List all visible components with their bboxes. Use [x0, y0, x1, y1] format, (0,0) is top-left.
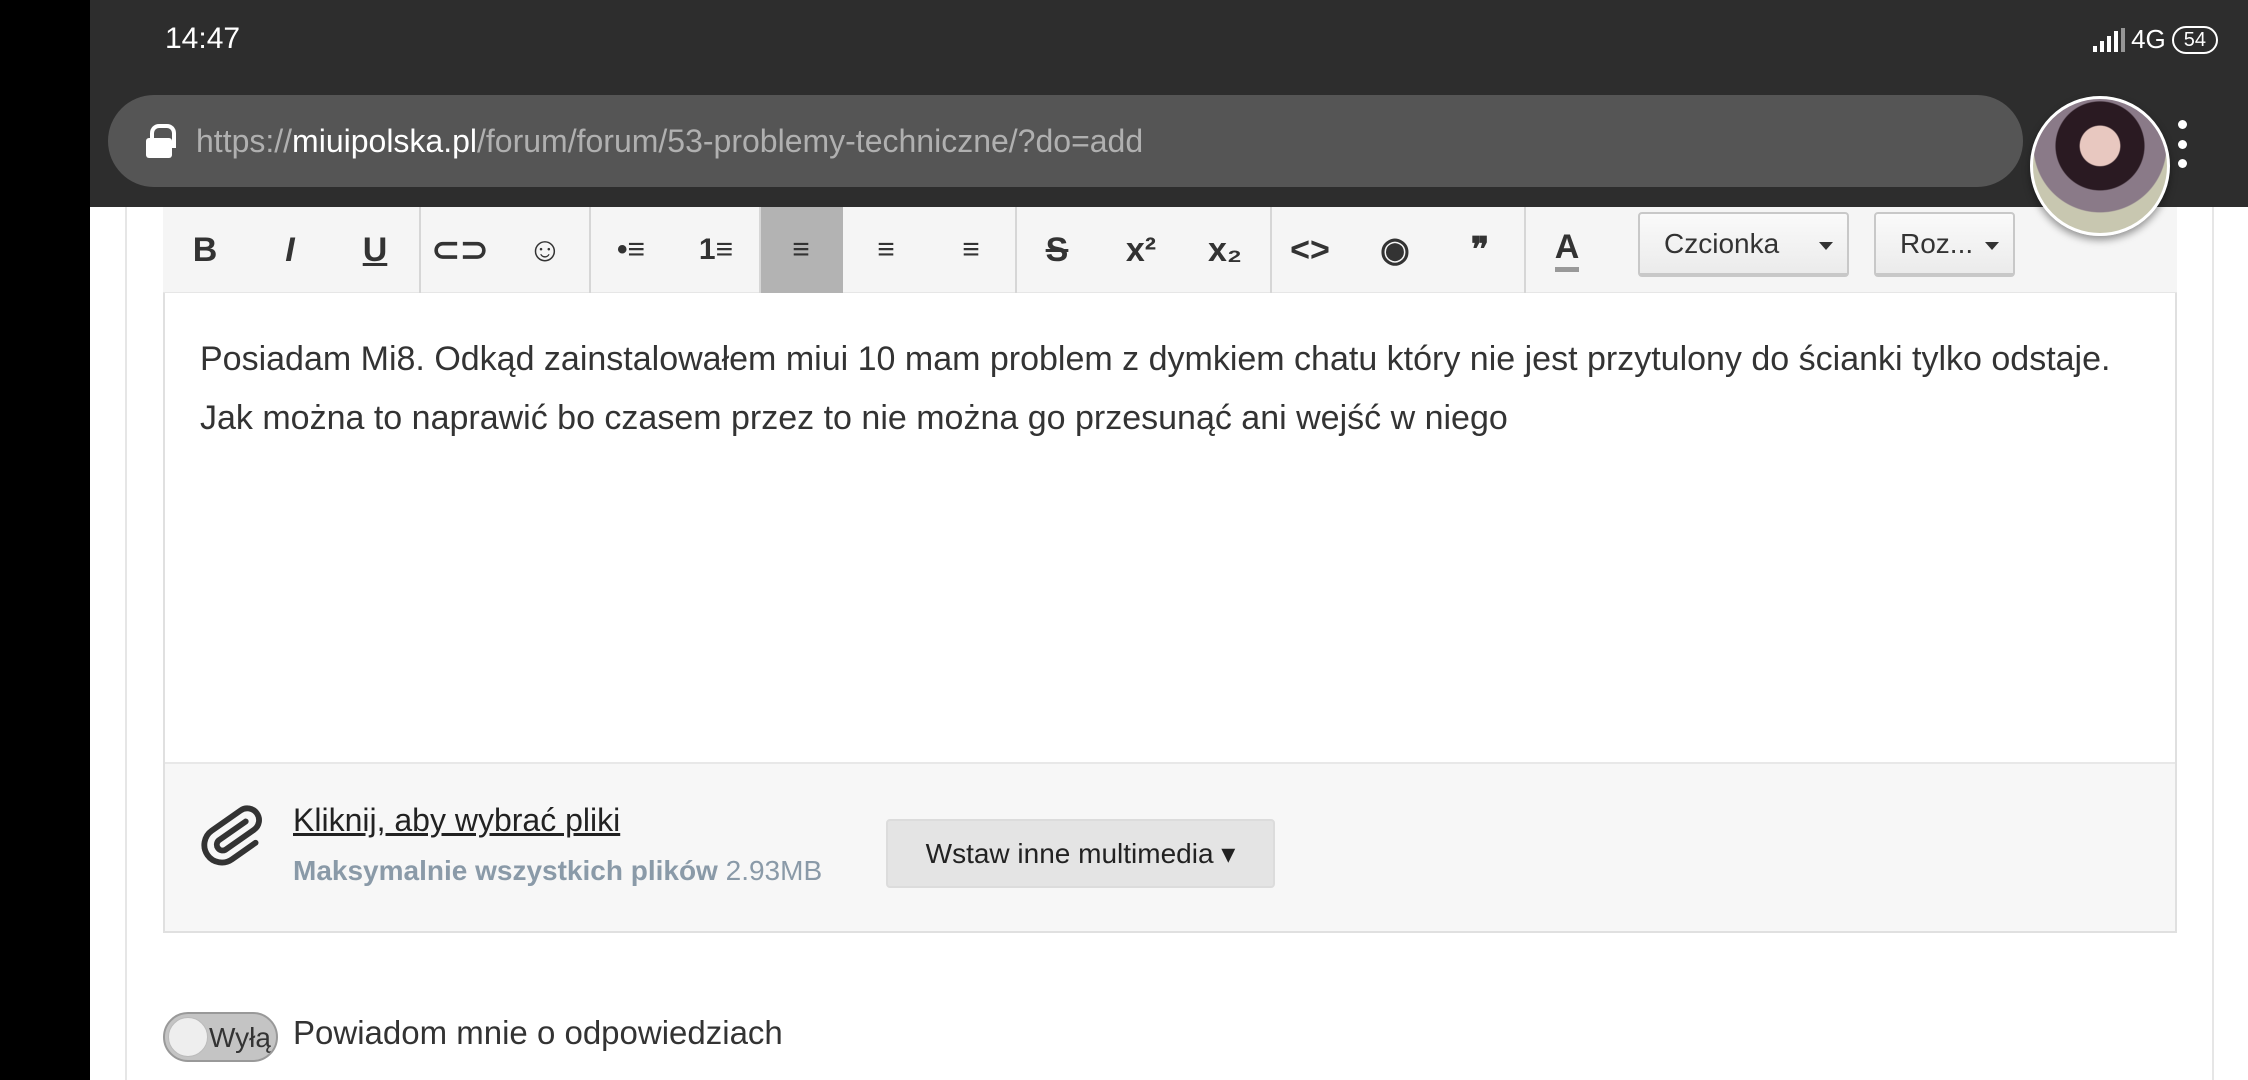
left-edge	[0, 0, 90, 1080]
url-path: /forum/forum/53-problemy-techniczne/?do=…	[477, 122, 1144, 159]
status-icons: 4G 54	[2093, 24, 2218, 55]
caret-down-icon	[1819, 242, 1833, 257]
bullet-list-button[interactable]: •≡	[589, 207, 673, 293]
toolbar-separator	[1270, 207, 1272, 293]
max-size-value: 2.93MB	[725, 855, 823, 886]
code-button[interactable]: <>	[1268, 207, 1352, 293]
link-icon: ⊂⊃	[431, 231, 489, 269]
lock-icon	[146, 124, 176, 158]
text-color-icon: A	[1554, 228, 1580, 272]
strikethrough-icon: S	[1045, 230, 1069, 269]
signal-icon	[2093, 27, 2126, 52]
bold-icon: B	[192, 230, 218, 269]
numbered-list-icon: 1≡	[698, 233, 734, 266]
editor-toolbar: B I U ⊂⊃ ☺ •≡ 1≡ ≡ ≡ ≡ Sx² x₂ <> ◉ ❞ A Czcionka Roz...	[163, 207, 2177, 293]
superscript-button[interactable]: x²	[1099, 207, 1183, 293]
size-dropdown[interactable]: Roz...	[1874, 212, 2015, 277]
toolbar-separator	[1524, 207, 1526, 293]
max-file-size: Maksymalnie wszystkich plików 2.93MB	[293, 855, 822, 887]
toolbar-separator	[1015, 207, 1017, 293]
align-center-icon: ≡	[877, 233, 895, 266]
more-menu-icon[interactable]	[2172, 120, 2192, 168]
insert-media-button[interactable]: Wstaw inne multimedia ▾	[886, 819, 1275, 888]
align-center-button[interactable]: ≡	[844, 207, 928, 293]
toolbar-separator	[759, 207, 761, 293]
underline-button[interactable]: U	[333, 207, 417, 293]
font-dropdown-label: Czcionka	[1664, 227, 1780, 259]
code-icon: <>	[1290, 230, 1330, 269]
bullet-list-icon: •≡	[616, 233, 645, 266]
strikethrough-button[interactable]: S	[1015, 207, 1099, 293]
italic-button[interactable]: I	[248, 207, 332, 293]
url-scheme: https://	[196, 122, 293, 159]
toolbar-separator	[419, 207, 421, 293]
emoji-icon: ☺	[527, 230, 563, 269]
subscript-icon: x₂	[1207, 230, 1243, 269]
page-border	[2212, 207, 2214, 1080]
link-button[interactable]: ⊂⊃	[418, 207, 502, 293]
battery-icon: 54	[2171, 25, 2218, 54]
size-dropdown-label: Roz...	[1900, 227, 1974, 259]
toggle-knob	[168, 1017, 208, 1057]
caret-down-icon	[1985, 242, 1999, 257]
text-color-button[interactable]: A	[1525, 207, 1609, 293]
url-host: miuipolska.pl	[292, 122, 478, 159]
numbered-list-button[interactable]: 1≡	[674, 207, 758, 293]
align-right-icon: ≡	[962, 233, 980, 266]
url-bar[interactable]: https://miuipolska.pl/forum/forum/53-pro…	[108, 95, 2023, 187]
preview-icon: ◉	[1380, 231, 1410, 269]
italic-icon: I	[285, 230, 295, 269]
toolbar-separator	[589, 207, 591, 293]
profile-avatar[interactable]	[2030, 96, 2170, 236]
bold-button[interactable]: B	[163, 207, 247, 293]
notify-toggle[interactable]: Wyłą	[163, 1012, 278, 1062]
page-border	[125, 207, 127, 1080]
align-left-button[interactable]: ≡	[759, 207, 843, 293]
quote-icon: ❞	[1470, 231, 1490, 269]
align-left-icon: ≡	[792, 233, 810, 266]
status-time: 14:47	[165, 22, 241, 55]
subscript-button[interactable]: x₂	[1183, 207, 1267, 293]
underline-icon: U	[362, 230, 388, 269]
editor-content[interactable]: Posiadam Mi8. Odkąd zainstalowałem miui …	[200, 330, 2120, 448]
notify-label: Powiadom mnie o odpowiedziach	[293, 1014, 783, 1051]
paperclip-icon	[195, 800, 265, 875]
superscript-icon: x²	[1125, 230, 1157, 269]
toggle-state: Wyłą	[209, 1022, 271, 1053]
emoji-button[interactable]: ☺	[503, 207, 587, 293]
font-dropdown[interactable]: Czcionka	[1638, 212, 1849, 277]
choose-files-link[interactable]: Kliknij, aby wybrać pliki	[293, 802, 620, 839]
preview-button[interactable]: ◉	[1353, 207, 1437, 293]
max-size-label: Maksymalnie wszystkich plików	[293, 855, 718, 886]
quote-button[interactable]: ❞	[1438, 207, 1522, 293]
align-right-button[interactable]: ≡	[929, 207, 1013, 293]
network-type: 4G	[2131, 24, 2166, 54]
